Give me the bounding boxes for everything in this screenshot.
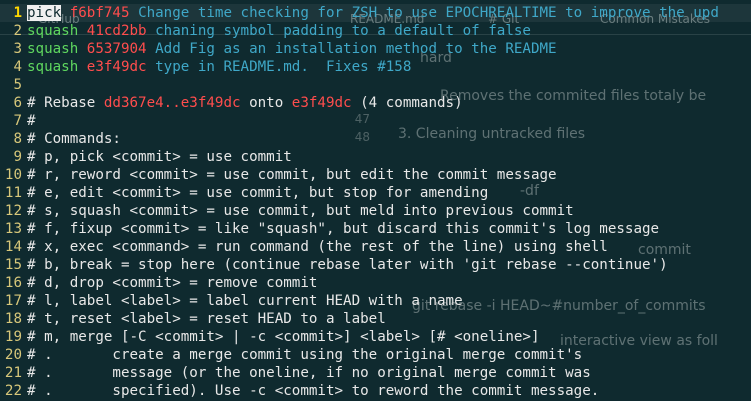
editor-line[interactable]: 16 # d, drop <commit> = remove commit	[0, 274, 751, 292]
editor-line[interactable]: 22 # . specified). Use -c <commit> to rew…	[0, 382, 751, 400]
line-number: 9	[13, 149, 22, 165]
rebase-prefix: # Rebase	[27, 95, 104, 111]
line-number: 15	[4, 257, 22, 273]
commit-message: chaning symbol padding to a default of f…	[155, 23, 531, 39]
editor-line[interactable]: 19 # m, merge [-C <commit> | -c <commit>]…	[0, 328, 751, 346]
line-number: 10	[4, 167, 22, 183]
commit-hash: f6bf745	[69, 5, 130, 21]
editor-line[interactable]: 13 # f, fixup <commit> = like "squash", b…	[0, 220, 751, 238]
commit-message: Add Fig as an installation method to the…	[155, 41, 557, 57]
pick-keyword: pick	[27, 5, 62, 21]
editor-line[interactable]: 1 pick f6bf745 Change time checking for Z…	[0, 4, 751, 22]
line-number: 22	[4, 383, 22, 399]
comment-text: # p, pick <commit> = use commit	[27, 149, 292, 165]
line-number: 11	[4, 185, 22, 201]
line-number: 1	[13, 5, 22, 21]
line-number: 5	[13, 77, 22, 93]
editor-line[interactable]: 12 # s, squash <commit> = use commit, but…	[0, 202, 751, 220]
comment-text: # x, exec <command> = run command (the r…	[27, 239, 608, 255]
comment-text: # d, drop <commit> = remove commit	[27, 275, 318, 291]
comment-text: # . message (or the oneline, if no origi…	[27, 365, 591, 381]
comment-text: # f, fixup <commit> = like "squash", but…	[27, 221, 660, 237]
editor-line[interactable]: 18 # t, reset <label> = reset HEAD to a l…	[0, 310, 751, 328]
commit-message: type in README.md. Fixes #158	[155, 59, 412, 75]
line-number: 21	[4, 365, 22, 381]
comment-text: # . specified). Use -c <commit> to rewor…	[27, 383, 600, 399]
line-number: 17	[4, 293, 22, 309]
editor-line[interactable]: 3 squash 6537904 Add Fig as an installati…	[0, 40, 751, 58]
squash-keyword: squash	[27, 59, 79, 75]
squash-keyword: squash	[27, 23, 79, 39]
editor-line[interactable]: 15 # b, break = stop here (continue rebas…	[0, 256, 751, 274]
line-number: 6	[13, 95, 22, 111]
comment-text: # b, break = stop here (continue rebase …	[27, 257, 668, 273]
comment-text: # . create a merge commit using the orig…	[27, 347, 583, 363]
line-number: 4	[13, 59, 22, 75]
editor-line[interactable]: 8 # Commands:	[0, 130, 751, 148]
editor-line[interactable]: 21 # . message (or the oneline, if no ori…	[0, 364, 751, 382]
editor-line[interactable]: 14 # x, exec <command> = run command (the…	[0, 238, 751, 256]
line-number: 16	[4, 275, 22, 291]
editor-line[interactable]: 11 # e, edit <commit> = use commit, but s…	[0, 184, 751, 202]
line-number: 2	[13, 23, 22, 39]
commit-hash: 6537904	[86, 41, 147, 57]
line-number: 20	[4, 347, 22, 363]
line-number: 18	[4, 311, 22, 327]
line-number: 12	[4, 203, 22, 219]
editor-line[interactable]: 10 # r, reword <commit> = use commit, but…	[0, 166, 751, 184]
comment-text: # e, edit <commit> = use commit, but sto…	[27, 185, 489, 201]
commit-hash: e3f49dc	[86, 59, 147, 75]
comment-text: # t, reset <label> = reset HEAD to a lab…	[27, 311, 386, 327]
commit-hash: 41cd2bb	[86, 23, 147, 39]
comment-text: #	[27, 113, 36, 129]
editor-line[interactable]: 2 squash 41cd2bb chaning symbol padding t…	[0, 22, 751, 40]
comment-text: # Commands:	[27, 131, 121, 147]
comment-text: # l, label <label> = label current HEAD …	[27, 293, 463, 309]
comment-text: # s, squash <commit> = use commit, but m…	[27, 203, 574, 219]
editor-line[interactable]: 17 # l, label <label> = label current HEA…	[0, 292, 751, 310]
line-number: 19	[4, 329, 22, 345]
comment-text: # r, reword <commit> = use commit, but e…	[27, 167, 557, 183]
comment-text: # m, merge [-C <commit> | -c <commit>] <…	[27, 329, 540, 345]
rebase-target: e3f49dc	[291, 95, 352, 111]
line-number: 3	[13, 41, 22, 57]
line-number: 8	[13, 131, 22, 147]
squash-keyword: squash	[27, 41, 79, 57]
vim-editor[interactable]: 1 pick f6bf745 Change time checking for Z…	[0, 0, 751, 401]
commit-message: Change time checking for ZSH to use EPOC…	[138, 5, 719, 21]
rebase-onto: onto	[240, 95, 292, 111]
editor-line[interactable]: 4 squash e3f49dc type in README.md. Fixes…	[0, 58, 751, 76]
editor-line[interactable]: 9 # p, pick <commit> = use commit	[0, 148, 751, 166]
line-number: 14	[4, 239, 22, 255]
rebase-range: dd367e4..e3f49dc	[103, 95, 241, 111]
line-number: 13	[4, 221, 22, 237]
editor-line[interactable]: 7 #	[0, 112, 751, 130]
line-number: 7	[13, 113, 22, 129]
editor-line[interactable]: 20 # . create a merge commit using the or…	[0, 346, 751, 364]
rebase-suffix: (4 commands)	[351, 95, 463, 111]
editor-line[interactable]: 6 # Rebase dd367e4..e3f49dc onto e3f49dc …	[0, 94, 751, 112]
editor-line[interactable]: 5	[0, 76, 751, 94]
